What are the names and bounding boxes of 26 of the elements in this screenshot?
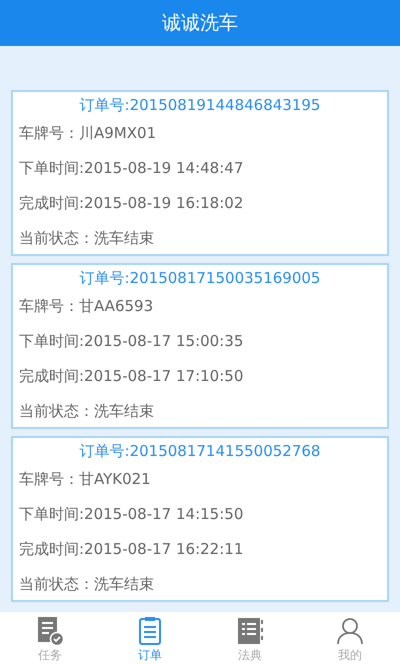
plate-number: 车牌号：甘AYK021: [19, 469, 152, 490]
completion-time: 完成时间:2015-08-17 16:22:11: [19, 539, 244, 560]
nav-tab[interactable]: 任务: [0, 612, 100, 664]
order-number: 订单号:20150817150035169005: [78, 268, 322, 289]
nav-tab[interactable]: 我的: [300, 612, 400, 664]
plate-number: 车牌号：甘AA6593: [19, 296, 154, 317]
completion-time: 完成时间:2015-08-17 17:10:50: [19, 366, 244, 387]
app-title: 诚诚洗车: [162, 11, 238, 36]
nav-tab[interactable]: 订单: [100, 612, 200, 664]
order-card[interactable]: 订单号:20150817150035169005 车牌号：甘AA6593 下单时间:2015-08-17 15:00:35 完成时间:2015-08-17 17:10:50 当前状态：洗车结束: [11, 263, 389, 429]
completion-time: 完成时间:2015-08-19 16:18:02: [19, 193, 244, 214]
order-time: 下单时间:2015-08-19 14:48:47: [19, 158, 244, 179]
order-number: 订单号:20150817141550052768: [78, 441, 322, 462]
order-status: 当前状态：洗车结束: [19, 401, 155, 422]
order-time: 下单时间:2015-08-17 15:00:35: [19, 331, 244, 352]
document-check-icon: [35, 616, 65, 646]
notebook-icon: [235, 616, 265, 646]
order-card[interactable]: 订单号:20150817141550052768 车牌号：甘AYK021 下单时间:2015-08-17 14:15:50 完成时间:2015-08-17 16:22:11 当前状态：洗车结束: [11, 436, 389, 602]
order-card[interactable]: 订单号:20150819144846843195 车牌号：川A9MX01 下单时间:2015-08-19 14:48:47 完成时间:2015-08-19 16:18:02 当前状态：洗车结束: [11, 90, 389, 256]
plate-number: 车牌号：川A9MX01: [19, 123, 158, 144]
user-icon: [335, 616, 365, 646]
nav-tab[interactable]: 法典: [200, 612, 300, 664]
order-number: 订单号:20150819144846843195: [78, 95, 322, 116]
order-status: 当前状态：洗车结束: [19, 228, 155, 249]
order-status: 当前状态：洗车结束: [19, 574, 155, 595]
order-time: 下单时间:2015-08-17 14:15:50: [19, 504, 244, 525]
